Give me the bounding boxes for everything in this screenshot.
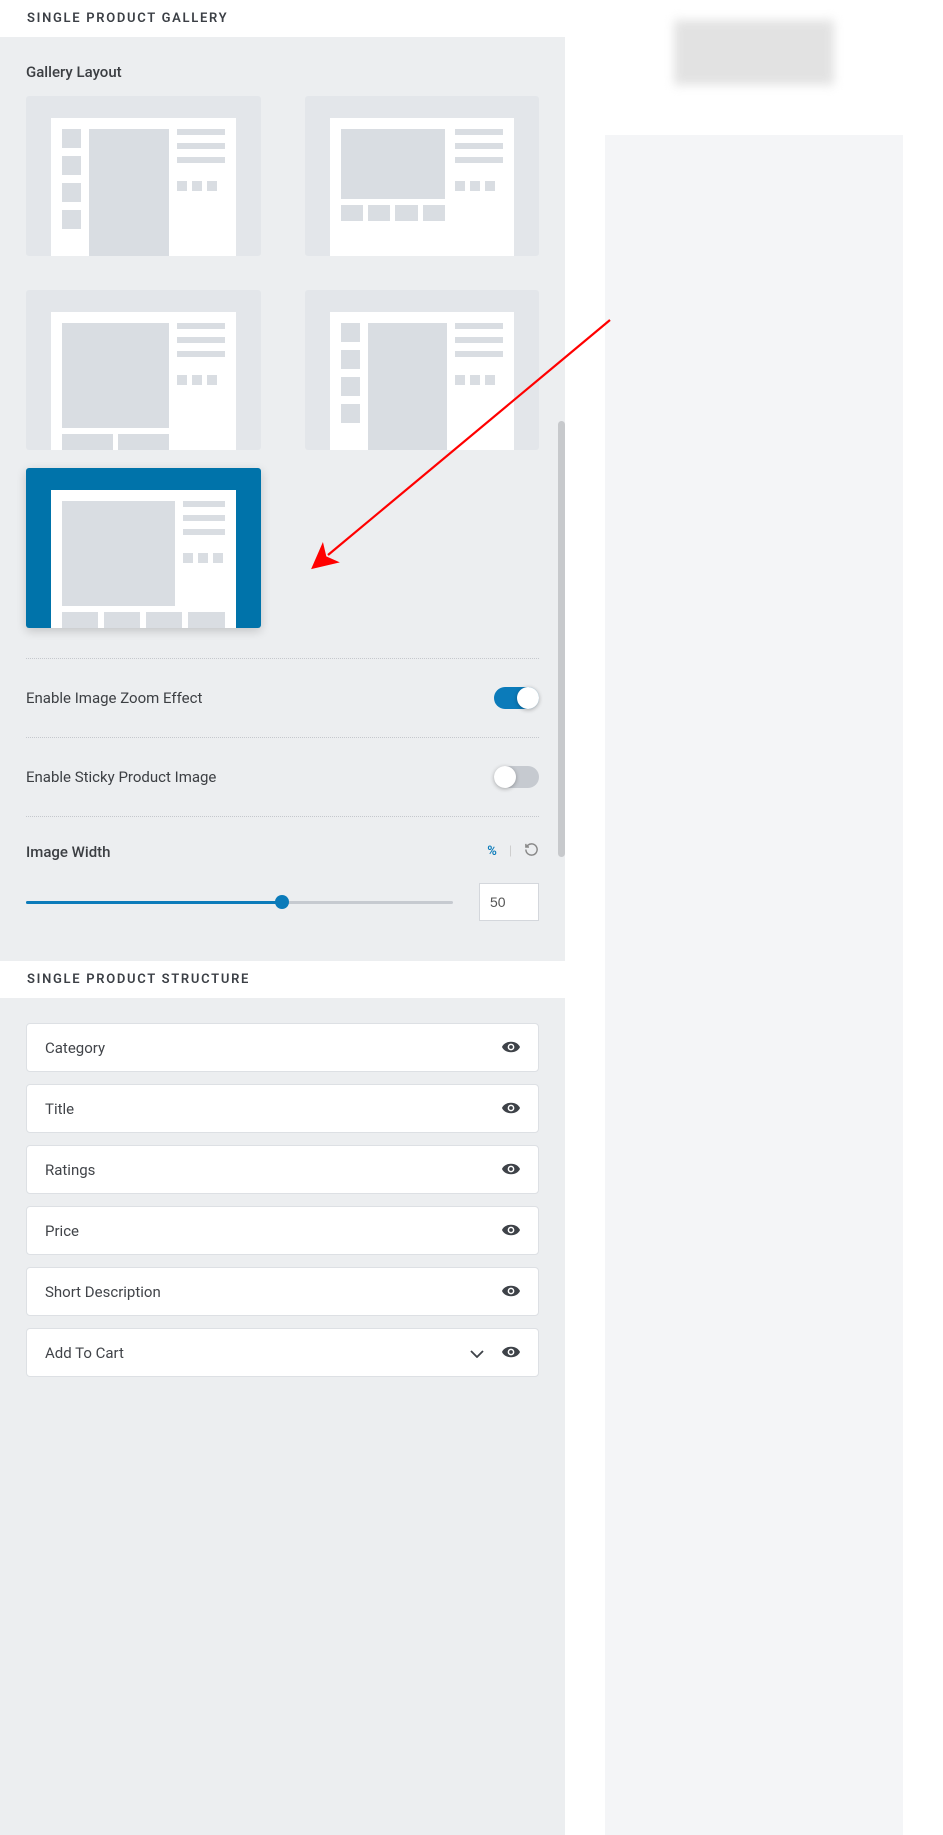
visibility-icon[interactable]	[502, 1038, 520, 1057]
structure-item-label: Category	[45, 1039, 105, 1057]
visibility-icon[interactable]	[502, 1099, 520, 1118]
structure-item-label: Price	[45, 1222, 79, 1240]
layout-option-3[interactable]	[26, 290, 261, 450]
gallery-section-header[interactable]: SINGLE PRODUCT GALLERY	[0, 0, 565, 37]
structure-item-ratings[interactable]: Ratings	[26, 1145, 539, 1194]
scrollbar[interactable]	[558, 421, 565, 857]
layout-option-4[interactable]	[305, 290, 540, 450]
unit-percent[interactable]: %	[487, 844, 497, 859]
gallery-layout-label: Gallery Layout ical	[26, 63, 122, 81]
structure-item-category[interactable]: Category	[26, 1023, 539, 1072]
chevron-down-icon[interactable]	[470, 1343, 484, 1362]
structure-item-label: Ratings	[45, 1161, 95, 1179]
reset-icon[interactable]	[524, 842, 539, 861]
sticky-image-label: Enable Sticky Product Image	[26, 768, 216, 786]
visibility-icon[interactable]	[502, 1343, 520, 1362]
sticky-image-toggle[interactable]	[494, 766, 539, 788]
preview-thumbnail	[674, 20, 834, 85]
image-width-input[interactable]	[479, 883, 539, 921]
structure-item-label: Title	[45, 1100, 74, 1118]
structure-item-price[interactable]: Price	[26, 1206, 539, 1255]
visibility-icon[interactable]	[502, 1282, 520, 1301]
structure-item-add-to-cart[interactable]: Add To Cart	[26, 1328, 539, 1377]
visibility-icon[interactable]	[502, 1221, 520, 1240]
zoom-effect-toggle[interactable]	[494, 687, 539, 709]
structure-section-header[interactable]: SINGLE PRODUCT STRUCTURE	[0, 961, 565, 998]
visibility-icon[interactable]	[502, 1160, 520, 1179]
structure-item-label: Add To Cart	[45, 1344, 124, 1362]
structure-item-short-description[interactable]: Short Description	[26, 1267, 539, 1316]
structure-item-title[interactable]: Title	[26, 1084, 539, 1133]
zoom-effect-label: Enable Image Zoom Effect	[26, 689, 202, 707]
image-width-slider[interactable]	[26, 901, 453, 904]
layout-option-5-selected[interactable]	[26, 468, 261, 628]
image-width-label: Image Width	[26, 843, 110, 861]
structure-item-label: Short Description	[45, 1283, 161, 1301]
layout-option-2[interactable]	[305, 96, 540, 256]
layout-option-1[interactable]	[26, 96, 261, 256]
